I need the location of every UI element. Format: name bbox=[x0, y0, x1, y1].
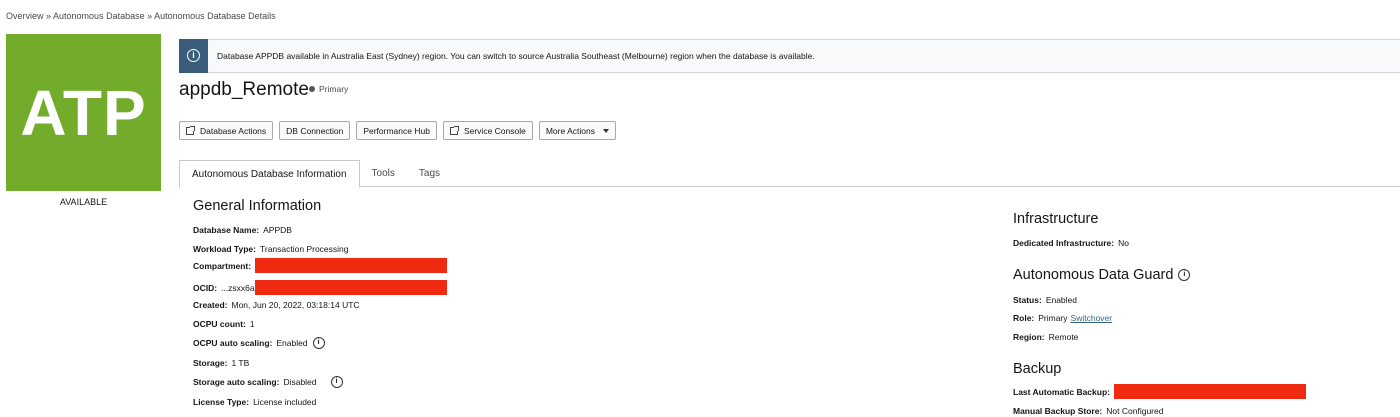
more-actions-button[interactable]: More Actions bbox=[538, 121, 616, 140]
external-link-icon bbox=[449, 125, 459, 135]
database-actions-button[interactable]: Database Actions bbox=[179, 121, 274, 140]
field-storage-auto-scaling: Storage auto scaling: Disabled i bbox=[193, 376, 343, 388]
backup-heading: Backup bbox=[1013, 361, 1062, 377]
field-label: Status: bbox=[1013, 295, 1042, 305]
breadcrumb-overview[interactable]: Overview bbox=[6, 11, 44, 21]
field-label: Workload Type: bbox=[193, 244, 256, 254]
lifecycle-state-label: AVAILABLE bbox=[59, 197, 108, 207]
field-label: Database Name: bbox=[193, 225, 260, 235]
logo-text: ATP bbox=[20, 76, 147, 149]
banner-text: Database APPDB available in Australia Ea… bbox=[217, 51, 815, 61]
banner-icon-bar: i bbox=[179, 38, 208, 73]
field-compartment: Compartment: bbox=[193, 258, 448, 273]
performance-hub-label: Performance Hub bbox=[363, 125, 430, 136]
field-value: License included bbox=[253, 397, 317, 407]
field-label: OCPU auto scaling: bbox=[193, 338, 273, 348]
redaction-block bbox=[1113, 384, 1306, 399]
field-value: Mon, Jun 20, 2022, 03:18:14 UTC bbox=[231, 300, 360, 310]
external-link-icon bbox=[186, 125, 195, 135]
field-label: Compartment: bbox=[193, 260, 252, 271]
field-created: Created: Mon, Jun 20, 2022, 03:18:14 UTC bbox=[193, 300, 360, 310]
field-value: Enabled bbox=[276, 338, 308, 348]
field-label: Manual Backup Store: bbox=[1013, 406, 1103, 416]
field-data-guard-role: Role: Primary Switchover bbox=[1013, 313, 1112, 323]
field-label: Storage: bbox=[193, 358, 228, 368]
redaction-block bbox=[255, 258, 448, 273]
info-icon: i bbox=[187, 49, 200, 62]
tab-tags[interactable]: Tags bbox=[407, 160, 452, 186]
field-value: No bbox=[1118, 238, 1129, 248]
field-value: Primary bbox=[1038, 313, 1068, 323]
page-title: appdb_Remote bbox=[179, 79, 309, 100]
field-value: Enabled bbox=[1045, 295, 1078, 305]
info-icon[interactable]: i bbox=[312, 337, 325, 349]
tab-tools[interactable]: Tools bbox=[360, 160, 407, 186]
field-label: Last Automatic Backup: bbox=[1013, 386, 1110, 397]
field-value: ...zsxx6a bbox=[221, 282, 255, 293]
field-last-automatic-backup: Last Automatic Backup: bbox=[1013, 384, 1306, 399]
field-ocpu-count: OCPU count: 1 bbox=[193, 319, 255, 329]
field-data-guard-region: Region: Remote bbox=[1013, 332, 1078, 342]
field-label: Storage auto scaling: bbox=[193, 377, 280, 387]
chevron-down-icon bbox=[602, 128, 609, 133]
field-workload-type: Workload Type: Transaction Processing bbox=[193, 244, 349, 254]
db-connection-label: DB Connection bbox=[286, 125, 344, 136]
info-icon[interactable]: i bbox=[1178, 269, 1191, 281]
field-label: Dedicated Infrastructure: bbox=[1013, 238, 1115, 248]
service-console-label: Service Console bbox=[463, 125, 526, 136]
redaction-block bbox=[254, 280, 447, 295]
field-label: License Type: bbox=[193, 397, 250, 407]
field-label: Region: bbox=[1013, 332, 1045, 342]
tab-autonomous-database-information[interactable]: Autonomous Database Information bbox=[179, 160, 360, 188]
infrastructure-heading: Infrastructure bbox=[1013, 211, 1099, 227]
service-console-button[interactable]: Service Console bbox=[442, 121, 533, 140]
breadcrumb-separator: » bbox=[144, 11, 155, 21]
field-dedicated-infrastructure: Dedicated Infrastructure: No bbox=[1013, 238, 1129, 248]
field-data-guard-status: Status: Enabled bbox=[1013, 295, 1077, 305]
field-label: OCID: bbox=[193, 282, 218, 293]
role-badge-label: Primary bbox=[319, 84, 349, 94]
status-dot-icon bbox=[309, 86, 315, 92]
field-value: Remote bbox=[1048, 332, 1079, 342]
more-actions-label: More Actions bbox=[545, 125, 595, 136]
db-connection-button[interactable]: DB Connection bbox=[279, 121, 351, 140]
breadcrumb: Overview » Autonomous Database » Autonom… bbox=[6, 11, 276, 21]
switchover-link[interactable]: Switchover bbox=[1071, 313, 1113, 323]
general-information-heading: General Information bbox=[193, 198, 322, 214]
field-ocpu-auto-scaling: OCPU auto scaling: Enabled i bbox=[193, 337, 325, 349]
field-label: Created: bbox=[193, 300, 228, 310]
field-value: Not Configured bbox=[1106, 406, 1164, 416]
breadcrumb-separator: » bbox=[43, 11, 54, 21]
performance-hub-button[interactable]: Performance Hub bbox=[356, 121, 437, 140]
field-database-name: Database Name: APPDB bbox=[193, 225, 292, 235]
breadcrumb-autonomous-database[interactable]: Autonomous Database bbox=[53, 11, 145, 21]
field-manual-backup-store: Manual Backup Store: Not Configured bbox=[1013, 406, 1163, 416]
role-badge: Primary bbox=[309, 84, 348, 94]
action-toolbar: Database Actions DB Connection Performan… bbox=[179, 121, 616, 140]
info-banner: i Database APPDB available in Australia … bbox=[179, 38, 1400, 73]
field-value: 1 TB bbox=[231, 358, 250, 368]
database-type-logo: ATP bbox=[6, 34, 161, 191]
field-ocid: OCID: ...zsxx6a bbox=[193, 280, 447, 295]
data-guard-title: Autonomous Data Guard bbox=[1013, 267, 1174, 283]
info-icon[interactable]: i bbox=[330, 376, 343, 388]
field-label: Role: bbox=[1013, 313, 1035, 323]
database-actions-label: Database Actions bbox=[200, 125, 267, 136]
field-value: 1 bbox=[249, 319, 255, 329]
field-label: OCPU count: bbox=[193, 319, 246, 329]
field-license-type: License Type: License included bbox=[193, 397, 316, 407]
field-value: APPDB bbox=[263, 225, 292, 235]
field-value: Transaction Processing bbox=[259, 244, 349, 254]
breadcrumb-current: Autonomous Database Details bbox=[154, 11, 276, 21]
field-storage: Storage: 1 TB bbox=[193, 358, 249, 368]
field-value: Disabled bbox=[283, 377, 317, 387]
tab-bar: Autonomous Database Information Tools Ta… bbox=[179, 160, 1400, 188]
data-guard-heading: Autonomous Data Guard i bbox=[1013, 267, 1191, 283]
